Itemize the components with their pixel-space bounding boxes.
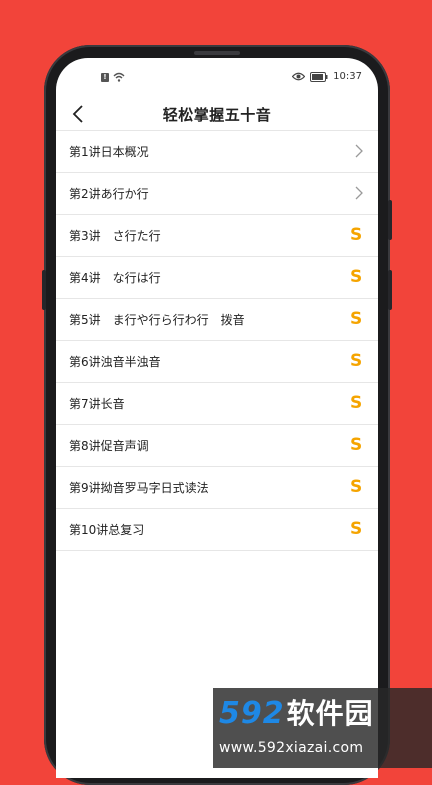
battery-icon (310, 71, 328, 82)
lesson-label: 第9讲拗音罗马字日式读法 (69, 481, 209, 495)
volume-button (42, 270, 46, 310)
lesson-label: 第4讲 な行は行 (69, 271, 161, 285)
watermark-logo-text: 软件园 (286, 697, 374, 730)
wifi-icon (113, 72, 125, 82)
side-button (388, 270, 392, 310)
coin-icon: S (350, 351, 363, 371)
eye-icon (292, 72, 306, 81)
lesson-label: 第6讲浊音半浊音 (69, 355, 161, 369)
coin-icon: S (350, 519, 363, 539)
watermark-url: www.592xiazai.com (219, 740, 364, 756)
watermark-logo-number: 592 (219, 696, 285, 731)
app-screen: ! 10:37 轻松掌握五十音 第1讲日本概况 第2讲あ行か行 第3讲 さ行た行… (56, 58, 378, 778)
lesson-item-3[interactable]: 第3讲 さ行た行 S (56, 215, 378, 257)
lesson-item-2[interactable]: 第2讲あ行か行 (56, 173, 378, 215)
site-watermark: 592软件园 www.592xiazai.com (213, 688, 432, 768)
status-right: 10:37 (292, 71, 362, 82)
lesson-item-7[interactable]: 第7讲长音 S (56, 383, 378, 425)
lesson-item-4[interactable]: 第4讲 な行は行 S (56, 257, 378, 299)
coin-icon: S (350, 435, 363, 455)
nav-bar: 轻松掌握五十音 (56, 98, 378, 130)
lesson-label: 第8讲促音声调 (69, 439, 149, 453)
power-button (388, 200, 392, 240)
watermark-logo: 592软件园 (219, 692, 374, 732)
lesson-label: 第5讲 ま行や行ら行わ行 拨音 (69, 313, 245, 327)
lesson-label: 第2讲あ行か行 (69, 187, 149, 201)
page-title: 轻松掌握五十音 (162, 105, 272, 124)
coin-icon: S (350, 393, 363, 413)
lesson-item-6[interactable]: 第6讲浊音半浊音 S (56, 341, 378, 383)
chevron-right-icon (355, 144, 363, 158)
lesson-label: 第1讲日本概况 (69, 145, 149, 159)
status-bar: ! 10:37 (56, 58, 378, 98)
lesson-item-9[interactable]: 第9讲拗音罗马字日式读法 S (56, 467, 378, 509)
sim-alert-icon: ! (101, 72, 109, 82)
chevron-left-icon (72, 105, 83, 123)
lesson-item-5[interactable]: 第5讲 ま行や行ら行わ行 拨音 S (56, 299, 378, 341)
status-left: ! (101, 72, 125, 82)
lesson-list: 第1讲日本概况 第2讲あ行か行 第3讲 さ行た行 S 第4讲 な行は行 S 第5… (56, 130, 378, 551)
lesson-item-10[interactable]: 第10讲总复习 S (56, 509, 378, 551)
back-button[interactable] (66, 102, 90, 126)
lesson-label: 第7讲长音 (69, 397, 125, 411)
lesson-label: 第3讲 さ行た行 (69, 229, 161, 243)
lesson-item-1[interactable]: 第1讲日本概况 (56, 131, 378, 173)
lesson-label: 第10讲总复习 (69, 523, 145, 537)
coin-icon: S (350, 225, 363, 245)
lesson-item-8[interactable]: 第8讲促音声调 S (56, 425, 378, 467)
status-time: 10:37 (333, 71, 362, 82)
phone-speaker (194, 51, 240, 55)
coin-icon: S (350, 477, 363, 497)
coin-icon: S (350, 267, 363, 287)
chevron-right-icon (355, 186, 363, 200)
coin-icon: S (350, 309, 363, 329)
